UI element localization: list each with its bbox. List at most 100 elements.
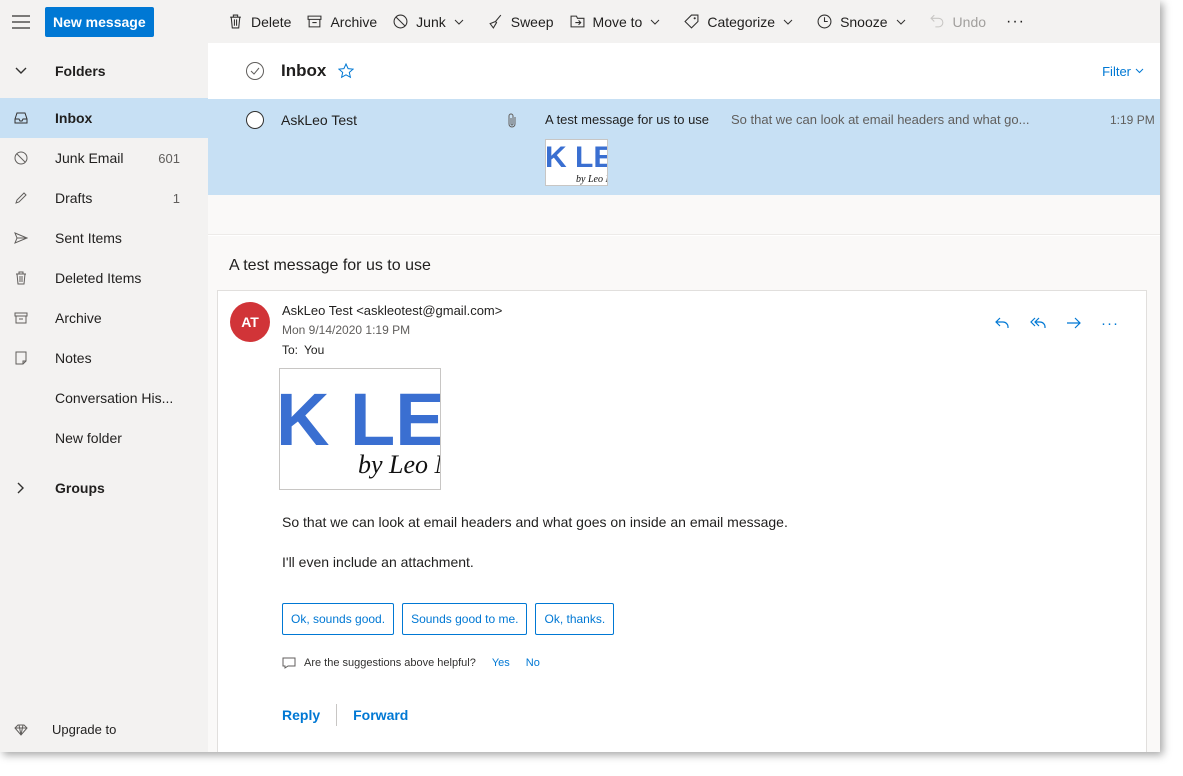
archive-icon (308, 15, 322, 28)
upgrade-label: Upgrade to (52, 722, 117, 737)
suggestion-feedback: Are the suggestions above helpful? Yes N… (282, 657, 540, 669)
sidebar-item-label: Deleted Items (55, 270, 142, 286)
upgrade-link[interactable]: Upgrade to (0, 722, 116, 737)
outlook-window: New message Folders Inbox Junk Email 601… (0, 0, 1160, 752)
delete-label: Delete (251, 13, 292, 30)
sidebar-item-label: New folder (55, 430, 122, 446)
message-card: AT AskLeo Test <askleotest@gmail.com> Mo… (217, 290, 1147, 752)
forward-button[interactable] (1056, 311, 1092, 335)
sidebar-item-label: Junk Email (55, 150, 124, 166)
sidebar-item-drafts[interactable]: Drafts 1 (0, 178, 208, 218)
suggested-reply-button[interactable]: Sounds good to me. (402, 603, 528, 635)
categorize-label: Categorize (707, 13, 776, 30)
junk-label: Junk (416, 13, 446, 30)
logo-thumbnail-image: K LE by Leo N (546, 141, 608, 185)
sender-address[interactable]: AskLeo Test <askleotest@gmail.com> (282, 303, 502, 318)
junk-button[interactable]: Junk (385, 6, 480, 38)
feedback-question: Are the suggestions above helpful? (304, 657, 476, 669)
reply-all-button[interactable] (1020, 311, 1056, 335)
broom-icon (489, 14, 502, 29)
undo-button[interactable]: Undo (922, 6, 994, 38)
attachment-thumbnail[interactable]: K LE by Leo N (545, 139, 608, 186)
filter-button[interactable]: Filter (1102, 64, 1144, 79)
categorize-button[interactable]: Categorize (676, 6, 809, 38)
undo-icon (929, 14, 943, 28)
move-to-label: Move to (592, 13, 643, 30)
filter-label: Filter (1102, 63, 1131, 79)
message-subject: A test message for us to use (545, 112, 710, 127)
folders-toggle[interactable]: Folders (0, 43, 208, 98)
feedback-comment-icon (282, 657, 296, 669)
send-icon (0, 231, 42, 245)
to-label: To: (282, 343, 299, 357)
more-actions-button[interactable]: ··· (994, 13, 1037, 31)
new-message-button[interactable]: New message (45, 6, 154, 37)
junk-icon (393, 14, 408, 29)
trash-icon (230, 14, 241, 29)
list-spacer (208, 195, 1160, 235)
folder-move-icon (570, 15, 585, 28)
reply-all-icon (1030, 317, 1046, 328)
chevron-down-icon (1135, 68, 1144, 74)
sidebar-topbar: New message (0, 0, 208, 43)
tag-icon (684, 14, 699, 29)
select-message-radio[interactable] (245, 110, 265, 130)
divider (336, 704, 338, 726)
star-icon[interactable] (338, 63, 355, 79)
sidebar-item-conversation-history[interactable]: Conversation His... (0, 378, 208, 418)
sweep-label: Sweep (510, 13, 554, 30)
sidebar-item-label: Sent Items (55, 230, 122, 246)
reading-pane: A test message for us to use AT AskLeo T… (208, 236, 1160, 752)
trash-icon (0, 271, 42, 285)
archive-icon (0, 311, 42, 325)
delete-button[interactable]: Delete (220, 6, 299, 38)
pencil-icon (0, 191, 42, 205)
message-list-header: Inbox Filter (208, 43, 1160, 99)
groups-label: Groups (55, 480, 105, 496)
chevron-down-icon (454, 19, 464, 25)
chevron-right-icon (0, 482, 42, 494)
message-preview: So that we can look at email headers and… (731, 112, 1030, 127)
hamburger-menu-button[interactable] (0, 0, 42, 43)
feedback-yes-link[interactable]: Yes (492, 657, 510, 669)
groups-toggle[interactable]: Groups (0, 458, 208, 518)
sidebar-item-inbox[interactable]: Inbox (0, 98, 208, 138)
forward-arrow-icon (1067, 317, 1081, 329)
sidebar-item-notes[interactable]: Notes (0, 338, 208, 378)
message-list-item[interactable]: AskLeo Test A test message for us to use… (208, 99, 1160, 195)
reply-button[interactable] (984, 311, 1020, 335)
move-to-button[interactable]: Move to (562, 6, 677, 38)
sidebar-item-sent-items[interactable]: Sent Items (0, 218, 208, 258)
sidebar-item-junk-email[interactable]: Junk Email 601 (0, 138, 208, 178)
sidebar-item-label: Notes (55, 350, 92, 366)
sidebar-item-archive[interactable]: Archive (0, 298, 208, 338)
sidebar-item-deleted-items[interactable]: Deleted Items (0, 258, 208, 298)
avatar[interactable]: AT (230, 302, 270, 342)
archive-button[interactable]: Archive (299, 6, 385, 38)
forward-link[interactable]: Forward (353, 707, 408, 723)
suggested-reply-button[interactable]: Ok, thanks. (535, 603, 615, 635)
snooze-button[interactable]: Snooze (809, 6, 921, 38)
svg-text:K LE: K LE (546, 141, 608, 174)
sweep-button[interactable]: Sweep (480, 6, 562, 38)
sidebar-item-label: Drafts (55, 190, 93, 206)
select-all-checkmark-icon[interactable] (245, 61, 265, 81)
paperclip-icon (508, 113, 516, 128)
feedback-no-link[interactable]: No (526, 657, 540, 669)
suggested-reply-button[interactable]: Ok, sounds good. (282, 603, 395, 635)
logo-image: K LE by Leo N (279, 368, 441, 490)
junk-icon (0, 151, 42, 165)
folder-title: Inbox (281, 61, 327, 80)
hamburger-icon (12, 14, 30, 29)
sidebar-item-label: Archive (55, 310, 102, 326)
reply-icon (995, 317, 1009, 328)
snooze-label: Snooze (840, 13, 888, 30)
svg-text:by Leo N: by Leo N (576, 174, 608, 185)
archive-label: Archive (330, 13, 378, 30)
undo-label: Undo (952, 13, 987, 30)
to-value[interactable]: You (304, 343, 324, 357)
reply-link[interactable]: Reply (282, 707, 320, 723)
more-options-button[interactable]: ··· (1092, 311, 1128, 335)
unread-count: 601 (158, 150, 180, 166)
sidebar-item-new-folder[interactable]: New folder (0, 418, 208, 458)
